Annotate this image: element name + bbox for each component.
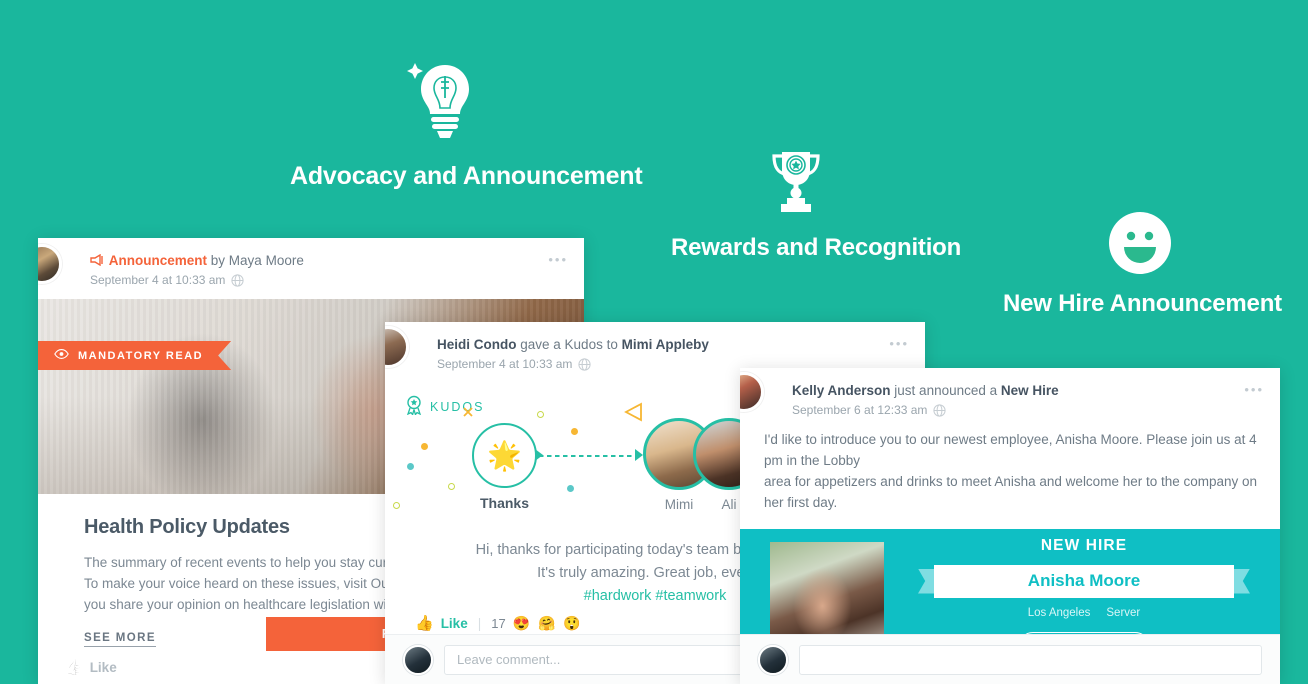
post-byline: Announcement by Maya Moore — [90, 252, 566, 270]
confetti-dot — [537, 411, 544, 418]
feature-newhire: New Hire Announcement — [1003, 212, 1282, 318]
post-action-text: just announced a — [894, 383, 998, 398]
mandatory-read-ribbon: MANDATORY READ — [38, 341, 231, 370]
confetti-dot — [421, 443, 428, 450]
like-bar: 👍 Like | 17 😍 🤗 😲 — [395, 614, 603, 633]
kudos-giver: Heidi Condo — [437, 337, 517, 352]
arrow-icon — [535, 449, 543, 461]
award-emoji: 🌟 — [487, 440, 522, 471]
newhire-name-banner: Anisha Moore — [918, 564, 1250, 598]
kudos-award-label: Thanks — [479, 495, 529, 511]
newhire-meta: Los Angeles Server — [918, 607, 1250, 619]
smiley-face-icon — [1003, 212, 1276, 274]
confetti-dot — [393, 502, 400, 509]
thumbs-up-icon[interactable]: 👍 — [64, 658, 83, 676]
feature-label: New Hire Announcement — [1003, 290, 1282, 317]
avatar[interactable] — [758, 644, 788, 675]
newhire-kicker: NEW HIRE — [1040, 536, 1128, 554]
like-bar: 👍 Like — [64, 658, 117, 676]
post-byline: Kelly Anderson just announced a New Hire — [792, 382, 1262, 400]
avatar[interactable] — [38, 244, 62, 284]
confetti-dot — [407, 463, 414, 470]
post-text-line: area for appetizers and drinks to meet A… — [764, 474, 1258, 510]
kudos-action-text: gave a Kudos to — [520, 337, 618, 352]
feature-advocacy: Advocacy and Announcement — [290, 55, 643, 191]
post-type-label: New Hire — [1000, 383, 1059, 398]
newhire-location: Los Angeles — [1027, 606, 1091, 619]
confetti-dot — [567, 485, 574, 492]
post-more-menu[interactable]: ••• — [1244, 383, 1264, 396]
confetti-dot — [462, 405, 473, 417]
reaction-emojis[interactable]: 😍 🤗 😲 — [513, 615, 583, 632]
post-header: Announcement by Maya Moore September 4 a… — [38, 238, 584, 299]
avatar[interactable] — [385, 326, 409, 368]
feature-label: Advocacy and Announcement — [290, 162, 643, 190]
see-more-link[interactable]: SEE MORE — [84, 632, 156, 647]
post-meta: September 6 at 12:33 am — [792, 403, 1262, 417]
thumbs-up-icon[interactable]: 👍 — [415, 614, 434, 632]
confetti-triangle — [623, 401, 645, 423]
kudos-connector — [539, 455, 640, 457]
kudos-badge-label: KUDOS — [430, 399, 485, 414]
post-timestamp: September 6 at 12:33 am — [792, 403, 928, 417]
post-author: Kelly Anderson — [792, 383, 891, 398]
post-byline: Heidi Condo gave a Kudos to Mimi Appleby — [437, 336, 907, 354]
comment-input[interactable] — [799, 644, 1262, 675]
post-body: I'd like to introduce you to our newest … — [740, 429, 1280, 529]
newhire-name: Anisha Moore — [934, 564, 1234, 598]
globe-icon — [933, 403, 947, 417]
feature-label: Rewards and Recognition — [671, 234, 962, 261]
kudos-award-medal: 🌟 — [472, 423, 537, 488]
post-more-menu[interactable]: ••• — [889, 337, 909, 350]
newhire-role: Server — [1106, 606, 1141, 619]
post-timestamp: September 4 at 10:33 am — [90, 273, 226, 287]
post-timestamp: September 4 at 10:33 am — [437, 357, 573, 371]
ribbon-label: MANDATORY READ — [78, 349, 204, 362]
like-button[interactable]: Like — [441, 616, 468, 631]
post-author: by Maya Moore — [210, 253, 304, 268]
globe-icon — [231, 273, 245, 287]
avatar[interactable] — [740, 372, 764, 412]
confetti-dot — [448, 483, 455, 490]
globe-icon — [578, 357, 592, 371]
arrow-icon — [635, 449, 643, 461]
megaphone-icon — [90, 253, 109, 268]
post-more-menu[interactable]: ••• — [548, 253, 568, 266]
eye-icon — [54, 349, 69, 362]
post-meta: September 4 at 10:33 am — [90, 273, 566, 287]
feature-rewards: Rewards and Recognition — [671, 148, 962, 262]
reaction-count: 17 — [491, 615, 506, 631]
post-header: Kelly Anderson just announced a New Hire… — [740, 368, 1280, 429]
post-type-label: Announcement — [108, 253, 208, 268]
post-text-line: I'd like to introduce you to our newest … — [764, 432, 1257, 468]
trophy-icon — [671, 148, 921, 220]
like-button[interactable]: Like — [90, 660, 117, 675]
newhire-post-card: Kelly Anderson just announced a New Hire… — [740, 368, 1280, 684]
divider: | — [477, 615, 482, 631]
comment-composer — [740, 634, 1280, 684]
lightbulb-idea-icon — [290, 55, 583, 145]
avatar[interactable] — [403, 644, 433, 675]
award-ribbon-icon — [405, 395, 423, 418]
page-background: Advocacy and Announcement Rewards and Re… — [0, 0, 1308, 684]
confetti-dot — [571, 428, 578, 435]
kudos-receiver: Mimi Appleby — [621, 337, 709, 352]
